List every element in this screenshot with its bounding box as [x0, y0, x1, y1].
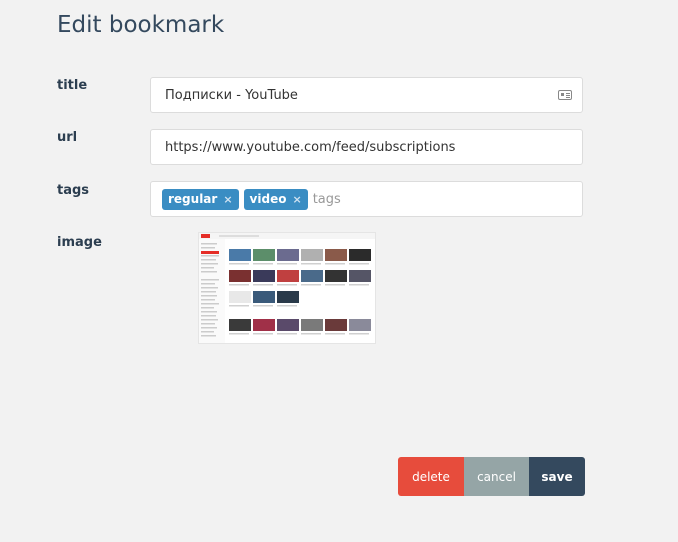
title-input[interactable] [165, 87, 582, 103]
youtube-screenshot-image [199, 233, 375, 343]
remove-tag-icon[interactable]: × [292, 193, 301, 206]
title-label: title [57, 78, 88, 93]
remove-tag-icon[interactable]: × [223, 193, 232, 206]
page-title: Edit bookmark [57, 12, 225, 38]
url-input[interactable] [165, 139, 582, 155]
save-button[interactable]: save [529, 457, 585, 496]
tag-video: video × [243, 188, 308, 210]
delete-button[interactable]: delete [398, 457, 464, 496]
tags-input[interactable] [312, 191, 582, 207]
page-screenshot-thumbnail [198, 232, 376, 344]
tags-label: tags [57, 183, 90, 198]
url-label: url [57, 130, 78, 145]
image-label: image [57, 235, 102, 250]
title-field[interactable] [150, 77, 583, 113]
tag-regular: regular × [162, 188, 239, 210]
contact-card-icon[interactable] [558, 90, 572, 100]
tag-label: regular [168, 192, 218, 206]
tags-field[interactable]: regular × video × [150, 181, 583, 217]
cancel-button[interactable]: cancel [464, 457, 529, 496]
tag-label: video [249, 192, 287, 206]
url-field[interactable] [150, 129, 583, 165]
